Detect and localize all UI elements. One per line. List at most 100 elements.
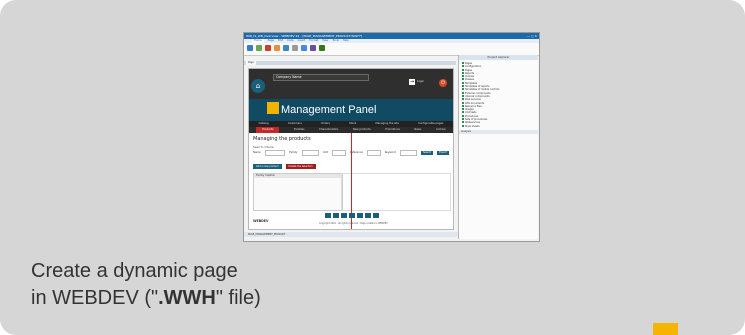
folder-icon: [462, 98, 464, 101]
pager-last-button[interactable]: [373, 213, 379, 218]
pager-first-button[interactable]: [325, 213, 331, 218]
caption-prefix: in WEBDEV (": [31, 287, 159, 309]
folder-icon: [462, 118, 464, 121]
ribbon-tab-view[interactable]: View: [322, 39, 328, 43]
filter-field-name: Name: [253, 151, 261, 154]
pager-page-button[interactable]: [341, 213, 347, 218]
ribbon-toolbar: [244, 43, 539, 53]
product-actions: Add a new product Delete the selection: [253, 164, 316, 169]
page-editor-canvas[interactable]: ⌂ Company Name → Login ⏻ Management Pane…: [248, 68, 454, 230]
caption-line-1: Create a dynamic page: [31, 260, 238, 282]
folder-icon: [462, 85, 464, 88]
explorer-analysis-header[interactable]: Analysis: [459, 129, 538, 134]
pager-prev-button[interactable]: [333, 213, 339, 218]
caption-line-2: in WEBDEV (".WWH" file): [31, 285, 261, 312]
taskbar-item[interactable]: PAGE_MANAGEMENT_PRODUCT: [248, 233, 286, 236]
ribbon-tab-tools[interactable]: Tools: [332, 39, 338, 43]
pager: [325, 213, 379, 218]
search-button[interactable]: Search: [420, 150, 434, 155]
family-input[interactable]: [301, 149, 319, 156]
submenu-item-promotions[interactable]: Promotions: [385, 127, 400, 133]
folder-icon: [462, 121, 464, 124]
ribbon-tab-code[interactable]: Code: [287, 39, 294, 43]
open-icon[interactable]: [256, 45, 262, 51]
search-criteria-label: Search criteria: [253, 145, 274, 149]
submenu-item-families[interactable]: Families: [294, 127, 304, 133]
caption-file-extension: .WWH: [158, 287, 216, 309]
submenu-item-products[interactable]: Products: [256, 127, 280, 133]
pager-page-button[interactable]: [357, 213, 363, 218]
footer-copyright: Copyright 2016 - All rights reserved - P…: [319, 222, 388, 225]
family-looper[interactable]: Family Caption: [253, 173, 343, 211]
folder-icon: [462, 104, 464, 107]
folder-icon: [462, 75, 464, 78]
folder-icon: [462, 108, 464, 111]
webdev-logo: WEBDEV: [253, 219, 269, 223]
copy-icon[interactable]: [283, 45, 289, 51]
pager-page-button[interactable]: [349, 213, 355, 218]
explorer-item[interactable]: Style sheets: [462, 124, 535, 128]
deploy-icon[interactable]: [319, 45, 325, 51]
login-label[interactable]: Login: [417, 80, 424, 83]
submenu-item-new-products[interactable]: New products: [353, 127, 371, 133]
pager-next-button[interactable]: [365, 213, 371, 218]
folder-icon: [462, 114, 464, 117]
folder-icon: [462, 101, 464, 104]
new-icon[interactable]: [247, 45, 253, 51]
window-title: WW_IS_WB_Overview - WEBDEV 22 - [PAGE_MA…: [246, 34, 363, 38]
code-icon[interactable]: [310, 45, 316, 51]
slide-card: WW_IS_WB_Overview - WEBDEV 22 - [PAGE_MA…: [0, 0, 745, 335]
document-tab[interactable]: Page: [246, 61, 256, 65]
explorer-tree: Pages Configuration Pages Reports Querie…: [459, 60, 538, 130]
taskbar: PAGE_MANAGEMENT_PRODUCT: [244, 232, 462, 237]
folder-icon: [462, 78, 464, 81]
caption-suffix: " file): [215, 287, 261, 309]
submenu-item-characteristics[interactable]: Characteristics: [319, 127, 338, 133]
folder-icon: [462, 62, 464, 64]
webdev-screenshot: WW_IS_WB_Overview - WEBDEV 22 - [PAGE_MA…: [243, 32, 540, 242]
submenu-item-archive[interactable]: Archive: [436, 127, 446, 133]
folder-icon: [462, 81, 464, 84]
product-table[interactable]: [341, 173, 451, 211]
add-product-button[interactable]: Add a new product: [253, 164, 282, 169]
unit-input[interactable]: [332, 149, 346, 156]
management-panel-title: Management Panel: [281, 104, 377, 116]
export-button[interactable]: Export: [437, 150, 449, 155]
company-name: Company Name: [273, 74, 369, 81]
ribbon-tab-page[interactable]: Page: [268, 39, 274, 43]
ribbon-tab-help[interactable]: Help: [343, 39, 349, 43]
page-heading: Managing the products: [253, 136, 311, 142]
panel-icon: [267, 102, 279, 114]
ribbon: Home Page Edit Code Insert Format View T…: [244, 39, 539, 56]
slide-caption: Create a dynamic page in WEBDEV (".WWH" …: [31, 258, 261, 312]
ribbon-tab-format[interactable]: Format: [309, 39, 318, 43]
search-icon[interactable]: [292, 45, 298, 51]
site-header: ⌂ Company Name → Login ⏻: [249, 69, 453, 99]
delete-selection-button[interactable]: Delete the selection: [285, 164, 316, 169]
family-caption: Family Caption: [254, 174, 342, 178]
accent-square: [653, 323, 678, 335]
ribbon-tab-home[interactable]: Home: [252, 39, 264, 43]
folder-icon: [462, 94, 464, 97]
ribbon-tab-insert[interactable]: Insert: [298, 39, 305, 43]
run-icon[interactable]: [301, 45, 307, 51]
power-icon[interactable]: ⏻: [439, 79, 447, 87]
delete-icon[interactable]: [265, 45, 271, 51]
submenu-item-news[interactable]: News: [414, 127, 421, 133]
edit-icon[interactable]: [274, 45, 280, 51]
ribbon-tab-edit[interactable]: Edit: [278, 39, 283, 43]
project-explorer: Project explorer Pages Configuration Pag…: [458, 55, 538, 239]
folder-icon: [462, 111, 464, 114]
folder-icon: [462, 124, 464, 127]
reference-input[interactable]: [366, 149, 381, 156]
name-input[interactable]: [264, 149, 286, 156]
keyword-input[interactable]: [399, 149, 417, 156]
folder-icon: [462, 68, 464, 71]
document-tabs: Page: [244, 61, 456, 65]
window-controls-icon[interactable]: — ▢ ✕: [527, 34, 537, 38]
filter-field-family: Family: [289, 151, 298, 154]
management-banner: Management Panel: [249, 99, 453, 121]
login-arrow-icon[interactable]: →: [409, 79, 415, 85]
folder-icon: [462, 91, 464, 94]
cart-icon[interactable]: ⌂: [251, 79, 265, 93]
